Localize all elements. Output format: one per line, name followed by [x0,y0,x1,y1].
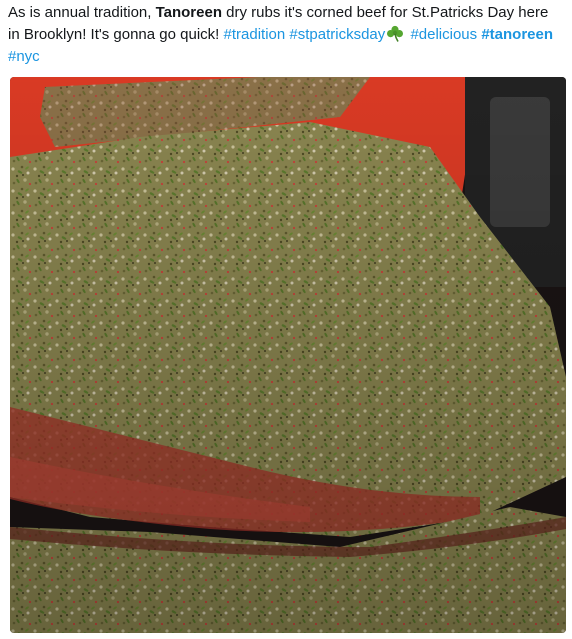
hashtag-tradition[interactable]: #tradition [224,26,286,43]
tweet-text: As is annual tradition, Tanoreen dry rub… [8,2,564,68]
tweet-mention-tanoreen: Tanoreen [155,4,222,21]
hashtag-nyc[interactable]: #nyc [8,48,40,65]
hashtag-tanoreen[interactable]: #tanoreen [481,26,553,43]
hashtag-delicious[interactable]: #delicious [410,26,477,43]
corned-beef-photo [10,77,566,633]
tweet-photo[interactable] [10,77,566,633]
hashtag-stpatricksday[interactable]: #stpatricksday [289,26,385,43]
tweet-text-intro: As is annual tradition, [8,4,156,21]
shamrock-icon [386,25,404,42]
